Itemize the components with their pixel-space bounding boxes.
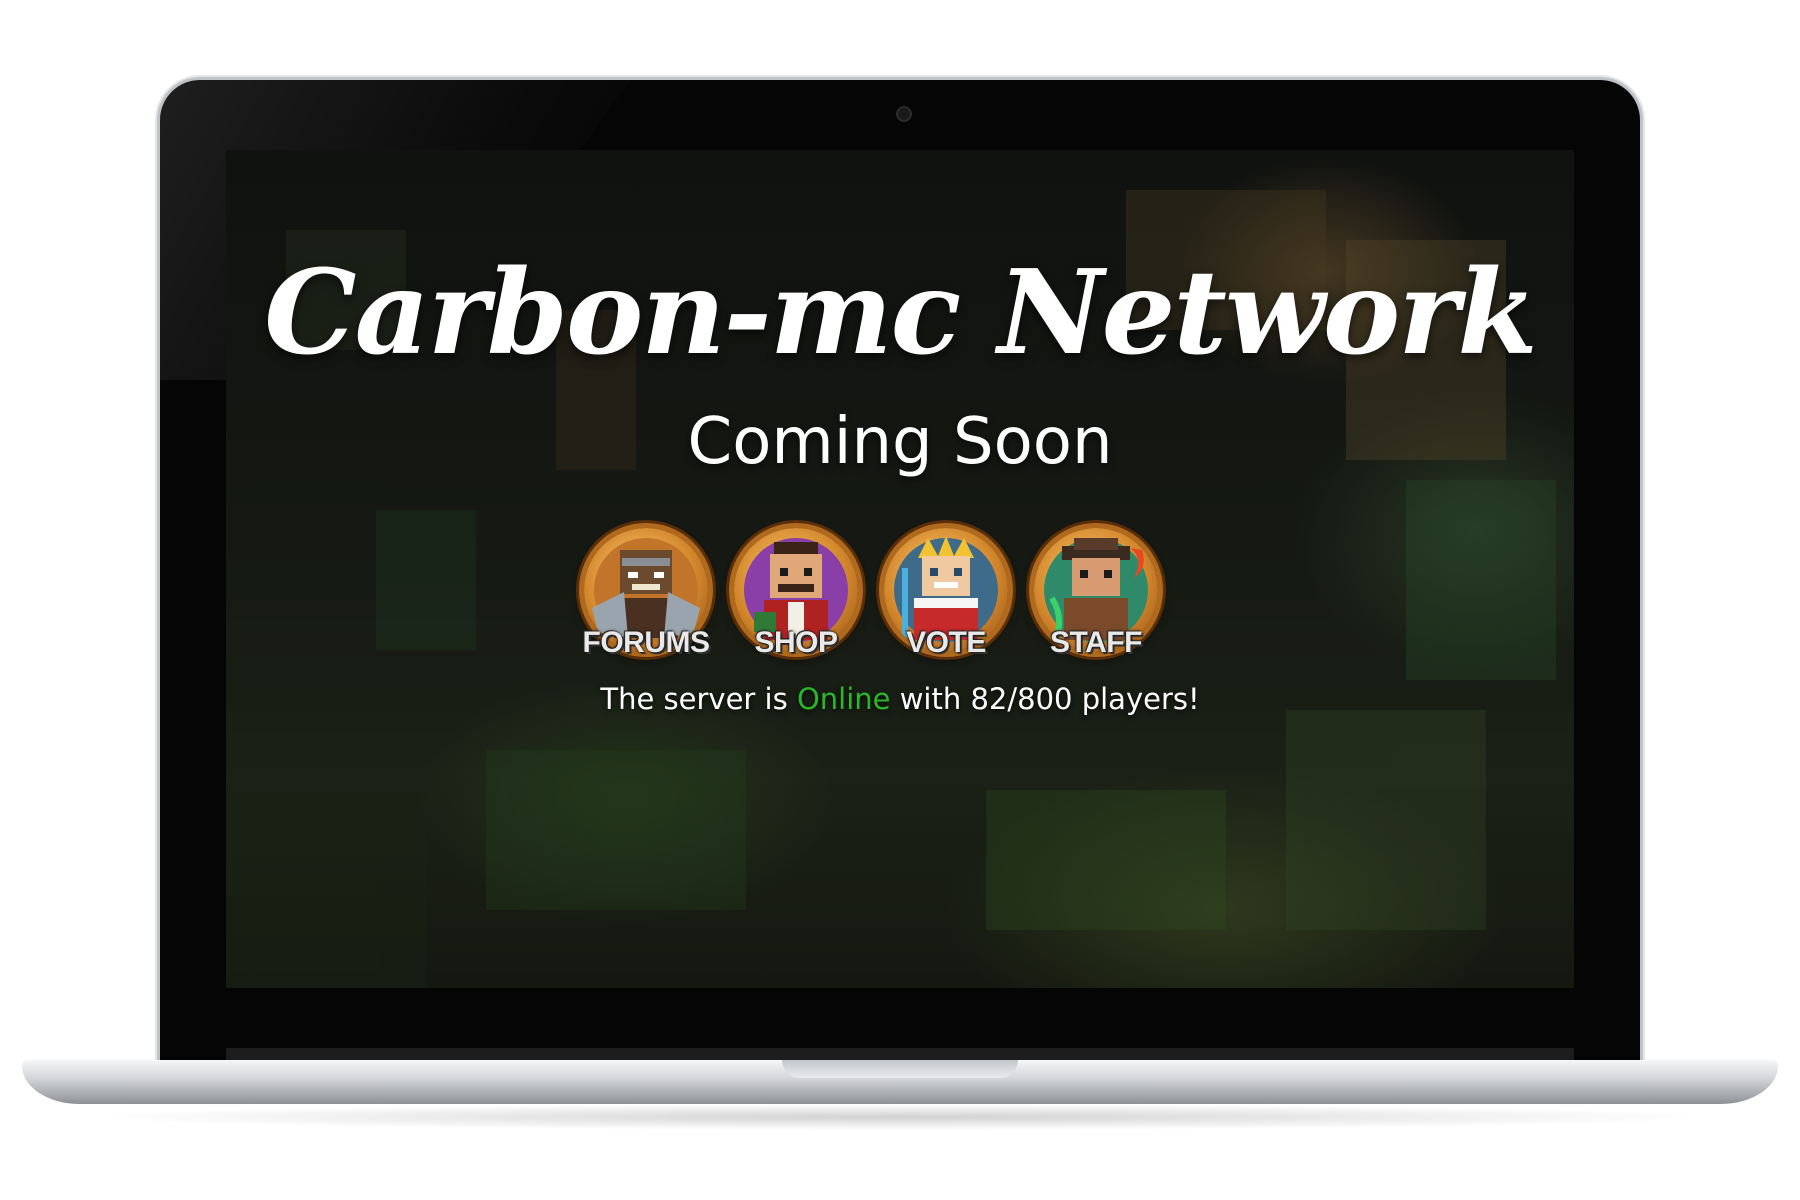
shop-button[interactable]: SHOP [726, 528, 866, 678]
status-suffix: players! [1081, 682, 1200, 716]
status-prefix: The server is [600, 682, 788, 716]
page-title: Carbon-mc Network [264, 245, 1537, 381]
player-count: 82/800 [970, 682, 1073, 716]
main-nav: FORUMS SHOP VOTE STAFF [576, 528, 1226, 678]
status-online: Online [796, 682, 891, 716]
staff-label: STAFF [1050, 626, 1142, 659]
forums-label: FORUMS [582, 626, 711, 659]
shop-label: SHOP [754, 626, 838, 659]
vote-button[interactable]: VOTE [876, 528, 1016, 678]
forums-button[interactable]: FORUMS [576, 528, 716, 678]
staff-button[interactable]: STAFF [1026, 528, 1166, 678]
vote-label: VOTE [906, 626, 986, 659]
status-middle: with [899, 682, 962, 716]
website-screen: Carbon-mc Network Coming Soon FORUMS SHO… [226, 150, 1574, 988]
laptop-lid: Carbon-mc Network Coming Soon FORUMS SHO… [160, 80, 1640, 1065]
webcam-icon [896, 106, 912, 122]
page-subtitle: Coming Soon [687, 405, 1113, 479]
laptop-shadow [80, 1104, 1720, 1130]
laptop-notch [782, 1060, 1018, 1078]
server-status: The server is Online with 82/800 players… [226, 682, 1574, 716]
